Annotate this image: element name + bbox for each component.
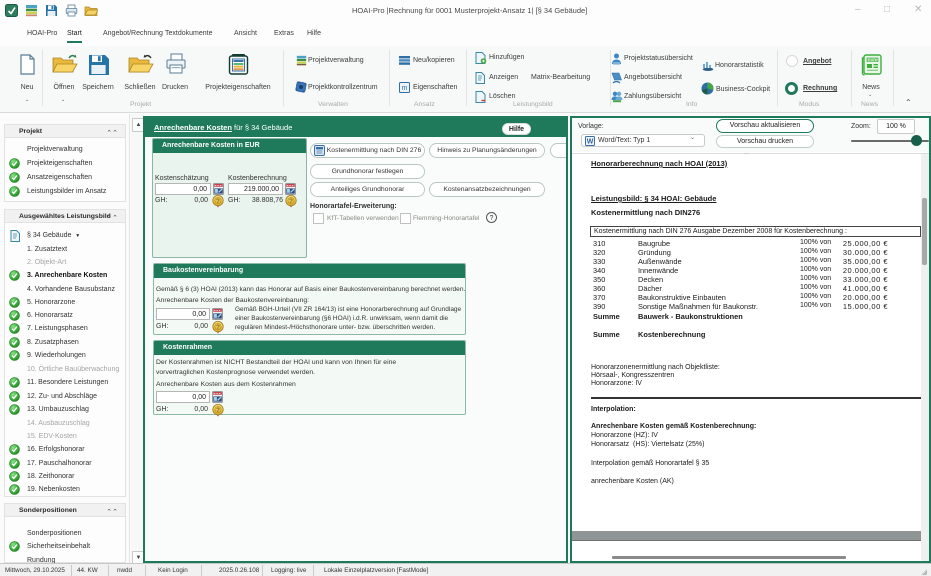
svg-text:?: ? (289, 198, 293, 205)
svg-text:NEWS: NEWS (867, 58, 878, 62)
svg-text:?: ? (216, 198, 220, 205)
svg-text:W: W (587, 139, 594, 146)
svg-text:?: ? (216, 407, 220, 414)
svg-text:?: ? (216, 324, 220, 331)
svg-text:m: m (402, 85, 408, 92)
